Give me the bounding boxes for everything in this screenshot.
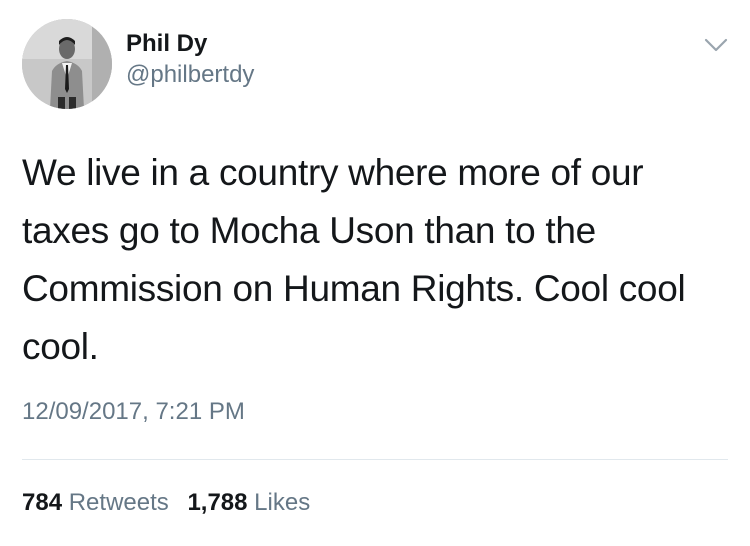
retweets-label: Retweets xyxy=(68,489,169,516)
avatar-photo xyxy=(22,19,112,109)
likes-label: Likes xyxy=(254,489,311,516)
tweet-stats: 784 Retweets 1,788 Likes xyxy=(22,489,310,517)
avatar[interactable] xyxy=(22,19,112,109)
display-name[interactable]: Phil Dy xyxy=(126,30,207,58)
tweet-text: We live in a country where more of our t… xyxy=(22,152,686,367)
retweets-count: 784 xyxy=(22,489,63,516)
divider xyxy=(22,459,728,460)
chevron-down-icon[interactable] xyxy=(703,35,729,55)
retweets-stat[interactable]: 784 Retweets xyxy=(22,489,169,517)
likes-stat[interactable]: 1,788 Likes xyxy=(187,489,310,517)
user-handle[interactable]: @philbertdy xyxy=(126,61,254,89)
tweet-timestamp[interactable]: 12/09/2017, 7:21 PM xyxy=(22,398,245,426)
likes-count: 1,788 xyxy=(187,489,248,516)
